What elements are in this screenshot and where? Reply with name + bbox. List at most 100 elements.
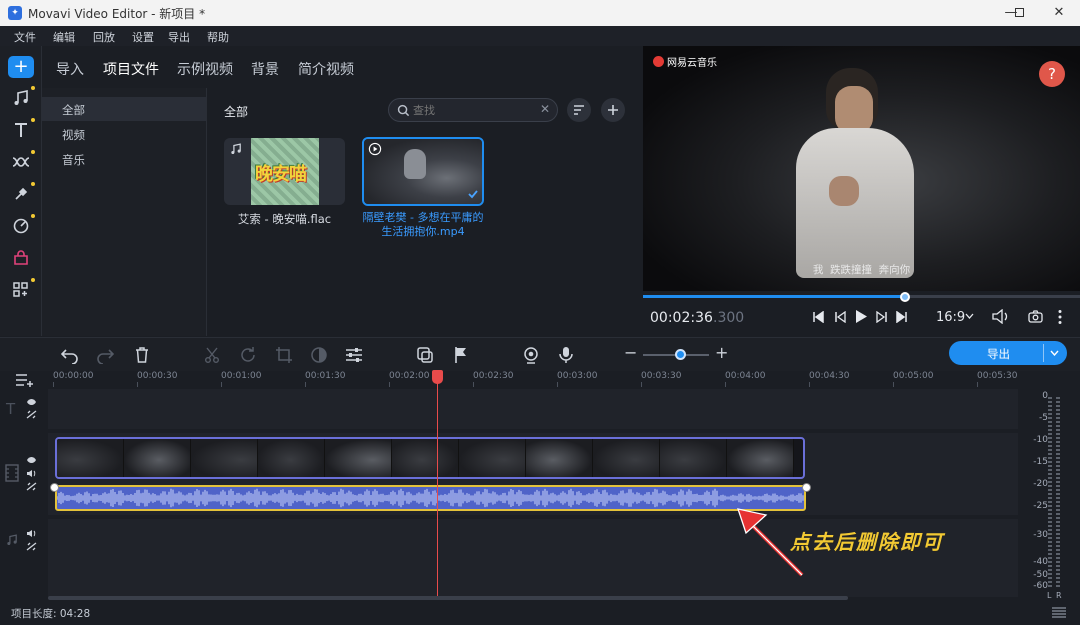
category-music[interactable]: 音乐 bbox=[42, 147, 206, 171]
menu-settings[interactable]: 设置 bbox=[132, 29, 154, 45]
timeline-scrollbar[interactable] bbox=[48, 596, 848, 600]
overlay-icon[interactable] bbox=[416, 346, 434, 364]
menu-playback[interactable]: 回放 bbox=[93, 29, 115, 45]
export-button[interactable]: 导出 bbox=[949, 341, 1067, 365]
ruler-tick-label: 00:03:00 bbox=[557, 371, 598, 381]
transitions-icon[interactable] bbox=[11, 152, 31, 172]
crop-icon[interactable] bbox=[275, 346, 293, 364]
ruler-tick-mark bbox=[557, 382, 558, 387]
playhead-handle[interactable] bbox=[431, 370, 443, 384]
video-frame-thumbnail bbox=[660, 439, 727, 477]
rotate-icon[interactable] bbox=[239, 346, 257, 364]
eye-icon[interactable] bbox=[26, 456, 37, 464]
video-frame-thumbnail bbox=[459, 439, 526, 477]
filters-icon[interactable] bbox=[11, 184, 31, 204]
tool-sidebar: + bbox=[0, 46, 42, 336]
zoom-in-icon[interactable]: + bbox=[715, 343, 728, 362]
stickers-icon[interactable] bbox=[11, 216, 31, 236]
audio-meter: L R 0 -5 -10 -15 -20 -25 -30 -40 -50 -60 bbox=[1018, 387, 1080, 604]
media-header: 全部 bbox=[224, 105, 249, 119]
time-ruler[interactable]: 00:00:00 00:00:30 00:01:00 00:01:30 00:02:00… bbox=[48, 371, 1018, 387]
album-art-text: 晚安喵 bbox=[255, 164, 307, 185]
skip-end-icon[interactable] bbox=[896, 311, 908, 323]
skip-start-icon[interactable] bbox=[812, 311, 824, 323]
menu-edit[interactable]: 编辑 bbox=[53, 29, 75, 45]
close-button[interactable]: ✕ bbox=[1036, 0, 1080, 26]
search-input[interactable] bbox=[413, 102, 533, 118]
redo-icon[interactable] bbox=[96, 346, 114, 364]
prev-frame-icon[interactable] bbox=[834, 311, 846, 323]
link-icon[interactable] bbox=[26, 482, 37, 491]
netease-logo-icon bbox=[653, 56, 664, 67]
tab-sample-videos[interactable]: 示例视频 bbox=[177, 59, 233, 79]
video-frame-thumbnail bbox=[258, 439, 325, 477]
menu-help[interactable]: 帮助 bbox=[207, 29, 229, 45]
volume-icon[interactable] bbox=[992, 309, 1010, 324]
titles-icon[interactable] bbox=[11, 120, 31, 140]
link-icon[interactable] bbox=[26, 542, 37, 551]
microphone-icon[interactable] bbox=[557, 346, 575, 364]
tab-backgrounds[interactable]: 背景 bbox=[251, 59, 279, 79]
annotation-text: 点去后删除即可 bbox=[790, 530, 944, 554]
media-item-audio[interactable]: 晚安喵 bbox=[224, 138, 345, 205]
speaker-icon[interactable] bbox=[26, 469, 37, 478]
brand-watermark: 网易云音乐 bbox=[653, 54, 717, 69]
tab-intro-videos[interactable]: 简介视频 bbox=[298, 59, 354, 79]
zoom-out-icon[interactable]: − bbox=[624, 343, 637, 362]
store-icon[interactable] bbox=[11, 248, 31, 268]
video-track-icon bbox=[5, 464, 19, 482]
undo-icon[interactable] bbox=[61, 346, 79, 364]
video-preview[interactable]: 网易云音乐 ? 我 跌跌撞撞 奔向你 bbox=[643, 46, 1080, 291]
audio-clip[interactable] bbox=[55, 485, 806, 511]
speaker-icon[interactable] bbox=[26, 529, 37, 538]
next-frame-icon[interactable] bbox=[876, 311, 888, 323]
text-track[interactable] bbox=[48, 389, 1018, 429]
menu-export[interactable]: 导出 bbox=[168, 29, 190, 45]
marker-flag-icon[interactable] bbox=[452, 346, 470, 364]
export-dropdown-icon[interactable] bbox=[1050, 350, 1059, 356]
more-tools-icon[interactable] bbox=[11, 280, 31, 300]
meter-toggle-icon[interactable] bbox=[1051, 606, 1067, 620]
aspect-ratio-select[interactable]: 16:9 bbox=[936, 310, 965, 325]
webcam-record-icon[interactable] bbox=[522, 346, 540, 364]
help-button[interactable]: ? bbox=[1039, 61, 1065, 87]
color-adjust-icon[interactable] bbox=[310, 346, 328, 364]
chevron-down-icon[interactable] bbox=[965, 313, 974, 320]
eye-icon[interactable] bbox=[26, 398, 37, 406]
audio-clip-end-handle[interactable] bbox=[802, 483, 811, 492]
clear-search-icon[interactable]: ✕ bbox=[540, 102, 550, 116]
category-all[interactable]: 全部 bbox=[42, 97, 206, 121]
meter-scale-label: 0 bbox=[1042, 391, 1048, 401]
menu-file[interactable]: 文件 bbox=[14, 29, 36, 45]
add-track-icon[interactable] bbox=[15, 373, 35, 387]
export-label: 导出 bbox=[987, 347, 1010, 361]
audio-clip-start-handle[interactable] bbox=[50, 483, 59, 492]
add-button[interactable] bbox=[601, 98, 625, 122]
video-frame-thumbnail bbox=[124, 439, 191, 477]
play-icon[interactable] bbox=[854, 309, 868, 324]
figure-hands bbox=[829, 176, 859, 206]
tab-import[interactable]: 导入 bbox=[56, 59, 84, 79]
category-video[interactable]: 视频 bbox=[42, 122, 206, 146]
new-dot bbox=[31, 150, 35, 154]
link-icon[interactable] bbox=[26, 410, 37, 419]
search-box[interactable]: ✕ bbox=[388, 98, 558, 122]
tab-project-files[interactable]: 项目文件 bbox=[103, 59, 159, 79]
zoom-slider-handle[interactable] bbox=[674, 349, 686, 360]
ruler-tick-label: 00:03:30 bbox=[641, 371, 682, 381]
add-media-button[interactable]: + bbox=[8, 56, 34, 78]
figure-face bbox=[835, 86, 873, 134]
media-item-video[interactable] bbox=[362, 137, 484, 206]
ruler-tick-label: 00:04:00 bbox=[725, 371, 766, 381]
new-dot bbox=[31, 214, 35, 218]
sort-button[interactable] bbox=[567, 98, 591, 122]
seek-handle[interactable] bbox=[900, 292, 911, 302]
snapshot-camera-icon[interactable] bbox=[1028, 310, 1043, 323]
video-clip[interactable] bbox=[55, 437, 805, 479]
delete-icon[interactable] bbox=[133, 346, 151, 364]
clip-properties-icon[interactable] bbox=[345, 346, 363, 364]
music-icon[interactable] bbox=[11, 88, 31, 108]
more-options-icon[interactable] bbox=[1057, 309, 1063, 325]
ruler-tick-mark bbox=[221, 382, 222, 387]
cut-icon[interactable] bbox=[203, 346, 221, 364]
